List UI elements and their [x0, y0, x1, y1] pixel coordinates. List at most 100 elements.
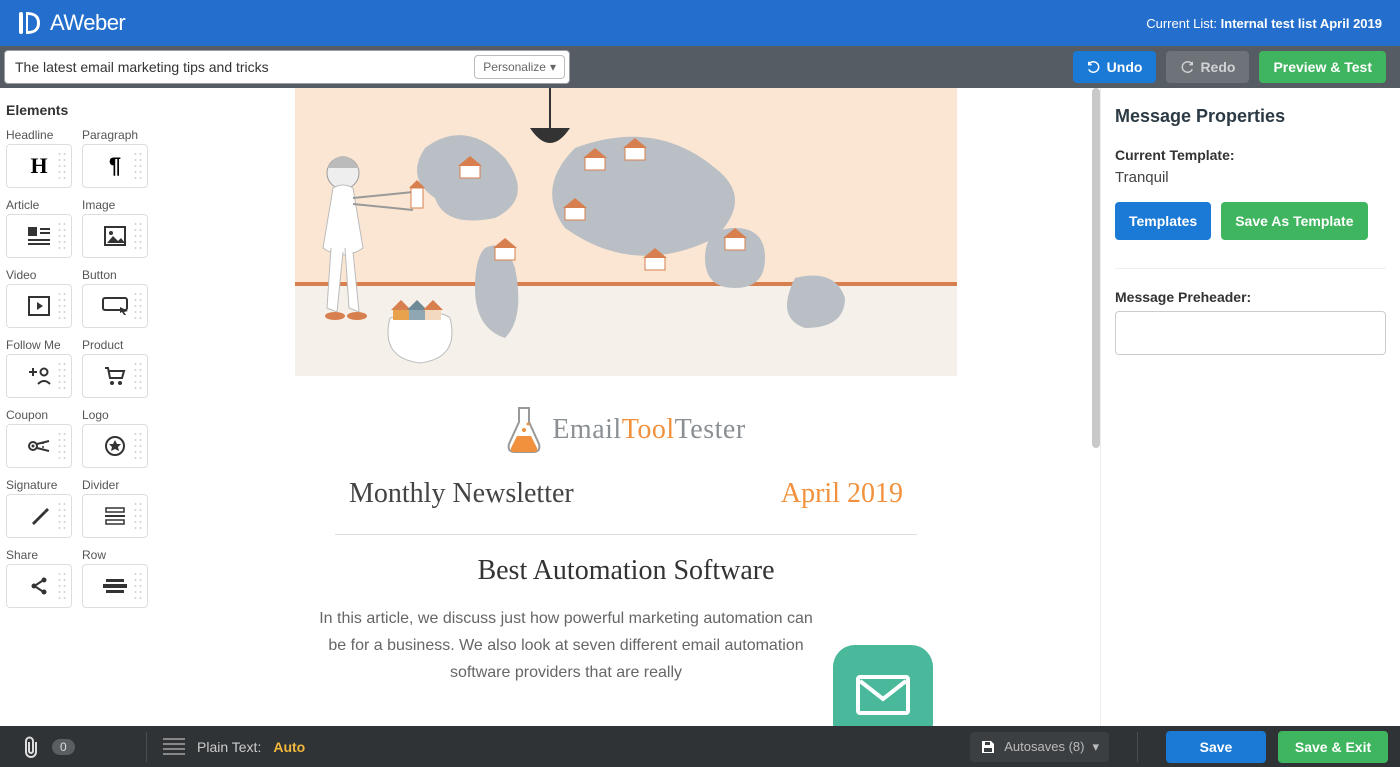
element-video[interactable] — [6, 284, 72, 328]
action-bar: Personalize ▾ Undo Redo Preview & Test — [0, 46, 1400, 88]
undo-button[interactable]: Undo — [1073, 51, 1157, 83]
element-share[interactable] — [6, 564, 72, 608]
element-article[interactable] — [6, 214, 72, 258]
divider-icon — [103, 507, 127, 525]
element-label: Share — [6, 548, 72, 562]
save-exit-button[interactable]: Save & Exit — [1278, 731, 1388, 763]
element-follow-me[interactable] — [6, 354, 72, 398]
attachment-icon[interactable] — [22, 736, 40, 758]
video-icon — [28, 296, 50, 316]
aweber-logo-icon — [18, 10, 44, 36]
element-image[interactable] — [82, 214, 148, 258]
newsletter-heading-row[interactable]: Monthly Newsletter April 2019 — [295, 474, 957, 534]
brand-logo[interactable]: AWeber — [18, 10, 125, 36]
properties-title: Message Properties — [1115, 106, 1386, 127]
hero-illustration-icon — [295, 88, 957, 376]
current-list-label: Current List: — [1146, 16, 1217, 31]
preview-test-button[interactable]: Preview & Test — [1259, 51, 1386, 83]
email-logo-block[interactable]: EmailToolTester — [295, 376, 957, 474]
elements-title: Elements — [6, 102, 146, 118]
element-label: Paragraph — [82, 128, 148, 142]
element-label: Headline — [6, 128, 72, 142]
attachment-count: 0 — [52, 739, 75, 755]
subject-wrap: Personalize ▾ — [4, 50, 570, 84]
element-label: Row — [82, 548, 148, 562]
autosaves-label: Autosaves (8) — [1004, 739, 1084, 754]
personalize-label: Personalize — [483, 60, 546, 74]
preheader-input[interactable] — [1115, 311, 1386, 355]
share-icon — [29, 576, 49, 596]
paragraph-icon: ¶ — [109, 153, 121, 179]
element-label: Article — [6, 198, 72, 212]
current-template-value: Tranquil — [1115, 169, 1386, 186]
chevron-down-icon: ▾ — [1092, 739, 1099, 755]
elements-panel: Elements Headline H Paragraph ¶ Article … — [0, 88, 152, 726]
article-icon-box — [833, 645, 933, 726]
footer-separator — [1137, 732, 1138, 762]
logo-icon — [104, 435, 126, 457]
signature-icon — [28, 505, 50, 527]
element-label: Signature — [6, 478, 72, 492]
coupon-icon — [27, 437, 51, 455]
element-label: Logo — [82, 408, 148, 422]
canvas-scrollbar[interactable] — [1092, 88, 1100, 448]
preview-label: Preview & Test — [1273, 59, 1372, 75]
newsletter-title: Monthly Newsletter — [349, 478, 574, 510]
footer-bar: 0 Plain Text: Auto Autosaves (8) ▾ Save … — [0, 726, 1400, 767]
save-as-template-button[interactable]: Save As Template — [1221, 202, 1367, 240]
hero-image[interactable] — [295, 88, 957, 376]
element-product[interactable] — [82, 354, 148, 398]
article-block[interactable]: Best Automation Software In this article… — [295, 555, 957, 726]
app-topbar: AWeber Current List: Internal test list … — [0, 0, 1400, 46]
element-label: Follow Me — [6, 338, 72, 352]
button-icon — [102, 297, 128, 315]
autosaves-dropdown[interactable]: Autosaves (8) ▾ — [970, 732, 1109, 762]
email-canvas[interactable]: EmailToolTester Monthly Newsletter April… — [152, 88, 1100, 726]
current-template-label: Current Template: — [1115, 147, 1386, 163]
current-list[interactable]: Current List: Internal test list April 2… — [1146, 16, 1382, 31]
element-label: Button — [82, 268, 148, 282]
text-lines-icon — [163, 738, 185, 755]
headline-icon: H — [30, 153, 47, 179]
element-signature[interactable] — [6, 494, 72, 538]
element-divider[interactable] — [82, 494, 148, 538]
element-label: Product — [82, 338, 148, 352]
element-row[interactable] — [82, 564, 148, 608]
redo-button[interactable]: Redo — [1166, 51, 1249, 83]
element-label: Image — [82, 198, 148, 212]
templates-button[interactable]: Templates — [1115, 202, 1211, 240]
follow-icon — [27, 366, 51, 386]
plain-text-value: Auto — [273, 739, 305, 755]
element-paragraph[interactable]: ¶ — [82, 144, 148, 188]
brand-name: AWeber — [50, 10, 125, 36]
element-label: Divider — [82, 478, 148, 492]
email-logo-text: EmailToolTester — [552, 414, 745, 446]
plain-text-toggle[interactable]: Plain Text: Auto — [163, 738, 305, 755]
element-coupon[interactable] — [6, 424, 72, 468]
save-disk-icon — [980, 739, 996, 755]
article-icon — [28, 227, 50, 245]
properties-divider — [1115, 268, 1386, 269]
element-headline[interactable]: H — [6, 144, 72, 188]
article-body: In this article, we discuss just how pow… — [319, 605, 813, 687]
flask-icon — [506, 406, 542, 454]
redo-label: Redo — [1200, 59, 1235, 75]
chevron-down-icon: ▾ — [550, 60, 556, 74]
image-icon — [104, 226, 126, 246]
plain-text-label: Plain Text: — [197, 739, 261, 755]
article-title: Best Automation Software — [295, 555, 957, 587]
footer-separator — [146, 732, 147, 762]
undo-icon — [1087, 60, 1101, 74]
row-icon — [103, 577, 127, 595]
redo-icon — [1180, 60, 1194, 74]
newsletter-date: April 2019 — [781, 478, 903, 510]
element-label: Video — [6, 268, 72, 282]
element-label: Coupon — [6, 408, 72, 422]
save-button[interactable]: Save — [1166, 731, 1266, 763]
element-button[interactable] — [82, 284, 148, 328]
properties-panel: Message Properties Current Template: Tra… — [1100, 88, 1400, 726]
envelope-icon — [856, 675, 910, 715]
personalize-button[interactable]: Personalize ▾ — [474, 55, 565, 79]
content-divider — [335, 534, 917, 535]
element-logo[interactable] — [82, 424, 148, 468]
